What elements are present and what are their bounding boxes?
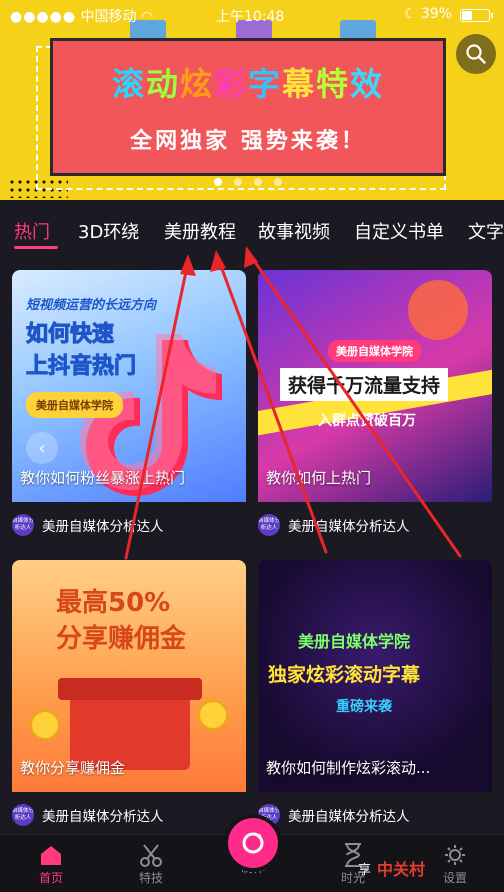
nav-effects[interactable]: 特技: [116, 841, 186, 886]
card-overlay-text: 如何快速: [25, 322, 115, 348]
watermark-brand: 中关村: [377, 860, 426, 879]
search-button[interactable]: [456, 34, 496, 74]
banner-subtitle: 全网独家 强势来袭！: [130, 129, 366, 154]
author-name: 美册自媒体分析达人: [288, 519, 410, 535]
pager-dot[interactable]: [254, 178, 262, 186]
status-bar: ●●●●● 中国移动 ◠ 上午10:48 ☾ 39%: [0, 0, 504, 30]
author-name: 美册自媒体分析达人: [42, 519, 164, 535]
video-card[interactable]: 美册自媒体学院 获得千万流量支持 入群点赞破百万 教你如何上热门 自媒体分析达人…: [258, 270, 492, 546]
avatar: 自媒体分析达人: [12, 804, 34, 826]
card-badge: 美册自媒体学院: [328, 340, 421, 362]
banner-title-char: 动: [145, 65, 180, 103]
category-tabs: 热门 3D环绕 美册教程 故事视频 自定义书单 文字: [0, 204, 504, 254]
banner-title-char: 滚: [111, 65, 146, 103]
search-icon: [466, 44, 486, 64]
tab-3d[interactable]: 3D环绕: [78, 218, 139, 244]
battery-percent: ☾ 39%: [403, 6, 452, 22]
make-button[interactable]: [228, 818, 278, 868]
video-card[interactable]: 短视频运营的长远方向 如何快速 上抖音热门 美册自媒体学院 ‹ 教你如何粉丝暴涨…: [12, 270, 246, 546]
banner-title-char: 特: [316, 65, 351, 103]
camera-icon: [242, 832, 264, 854]
card-author[interactable]: 自媒体分析达人 美册自媒体分析达人: [12, 802, 164, 828]
banner-pager[interactable]: [214, 178, 294, 186]
tab-tutorial[interactable]: 美册教程: [164, 218, 236, 244]
card-thumbnail[interactable]: 短视频运营的长远方向 如何快速 上抖音热门 美册自媒体学院 ‹ 教你如何粉丝暴涨…: [12, 270, 246, 502]
card-title: 教你如何上热门: [266, 469, 372, 487]
card-author[interactable]: 自媒体分析达人 美册自媒体分析达人: [258, 512, 410, 538]
banner-title: 滚动炫彩字幕特效: [53, 59, 443, 105]
card-overlay-text: 获得千万流量支持: [280, 368, 449, 401]
chevron-left-icon: ‹: [38, 437, 46, 459]
card-author[interactable]: 自媒体分析达人 美册自媒体分析达人: [258, 802, 410, 828]
coin-icon: [30, 710, 60, 740]
pager-dot[interactable]: [214, 178, 222, 186]
coin-icon: [198, 700, 228, 730]
watermark-partial-text: 享: [358, 862, 372, 878]
card-overlay-text: 美册自媒体学院: [298, 632, 411, 651]
promo-banner[interactable]: 滚动炫彩字幕特效 全网独家 强势来袭！: [0, 0, 504, 200]
card-overlay-text: 入群点赞破百万: [318, 413, 416, 429]
card-thumbnail[interactable]: 最高50% 分享赚佣金 教你分享赚佣金: [12, 560, 246, 792]
carrier-label: ●●●●● 中国移动 ◠: [10, 9, 154, 25]
wifi-icon: ◠: [141, 9, 154, 25]
banner-title-char: 字: [248, 65, 283, 103]
avatar: 自媒体分析达人: [12, 514, 34, 536]
author-name: 美册自媒体分析达人: [288, 809, 410, 825]
card-overlay-text: 重磅来袭: [336, 699, 392, 715]
home-icon: [41, 846, 61, 865]
card-badge: 美册自媒体学院: [26, 392, 123, 418]
pager-dot[interactable]: [234, 178, 242, 186]
nav-label: 特技: [138, 871, 163, 885]
banner-title-char: 效: [350, 65, 385, 103]
decorative-shape: [408, 280, 468, 340]
avatar: 自媒体分析达人: [258, 514, 280, 536]
card-title: 教你如何制作炫彩滚动...: [266, 759, 431, 777]
watermark: 享 中关村: [358, 850, 498, 886]
gift-box-lid: [58, 678, 202, 700]
card-title: 教你如何粉丝暴涨上热门: [20, 469, 186, 487]
scissors-icon: [140, 844, 162, 867]
carousel-prev-button[interactable]: ‹: [26, 432, 58, 464]
tab-hot[interactable]: 热门: [14, 218, 50, 244]
tab-underline: [14, 246, 58, 249]
pager-dot[interactable]: [274, 178, 282, 186]
video-card[interactable]: 美册自媒体学院 独家炫彩滚动字幕 重磅来袭 教你如何制作炫彩滚动... 自媒体分…: [258, 560, 492, 830]
tab-story-video[interactable]: 故事视频: [258, 218, 330, 244]
battery-icon: [460, 9, 493, 22]
card-overlay-text: 上抖音热门: [25, 354, 137, 380]
banner-title-char: 炫: [179, 65, 214, 103]
nav-label: 首页: [38, 871, 63, 885]
card-author[interactable]: 自媒体分析达人 美册自媒体分析达人: [12, 512, 164, 538]
card-overlay-text: 独家炫彩滚动字幕: [268, 664, 421, 686]
nav-home[interactable]: 首页: [16, 841, 86, 886]
banner-title-char: 幕: [282, 65, 317, 103]
card-overlay-text: 短视频运营的长远方向: [26, 298, 157, 313]
card-title: 教你分享赚佣金: [20, 759, 126, 777]
tab-custom-booklist[interactable]: 自定义书单: [354, 218, 444, 244]
card-thumbnail[interactable]: 美册自媒体学院 独家炫彩滚动字幕 重磅来袭 教你如何制作炫彩滚动...: [258, 560, 492, 792]
status-time: 上午10:48: [216, 9, 285, 25]
card-overlay-text: 最高50%: [56, 588, 171, 618]
tab-text[interactable]: 文字: [468, 218, 504, 244]
video-card[interactable]: 最高50% 分享赚佣金 教你分享赚佣金 自媒体分析达人 美册自媒体分析达人: [12, 560, 246, 830]
card-overlay-text: 分享赚佣金: [56, 624, 187, 654]
banner-title-char: 彩: [213, 65, 248, 103]
promo-poster: 滚动炫彩字幕特效 全网独家 强势来袭！: [50, 38, 446, 176]
card-thumbnail[interactable]: 美册自媒体学院 获得千万流量支持 入群点赞破百万 教你如何上热门: [258, 270, 492, 502]
author-name: 美册自媒体分析达人: [42, 809, 164, 825]
